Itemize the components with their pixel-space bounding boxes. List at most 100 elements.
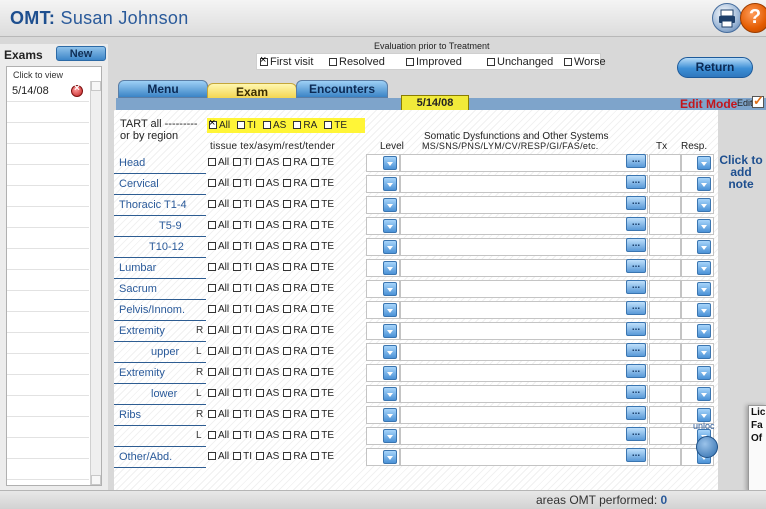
tart-checkbox[interactable] bbox=[233, 158, 242, 166]
tart-option[interactable]: AS bbox=[256, 388, 279, 399]
tart-checkbox[interactable] bbox=[311, 347, 320, 355]
dropdown-arrow-icon[interactable] bbox=[697, 345, 711, 359]
evaluation-checkbox[interactable] bbox=[406, 58, 414, 66]
level-select[interactable] bbox=[366, 175, 400, 193]
somatic-dysfunction-field[interactable] bbox=[400, 175, 648, 193]
scroll-down-arrow[interactable] bbox=[91, 475, 101, 485]
tart-checkbox[interactable] bbox=[208, 368, 216, 376]
dropdown-arrow-icon[interactable] bbox=[383, 450, 397, 464]
tart-all-checkbox[interactable] bbox=[324, 121, 333, 129]
tart-checkbox[interactable] bbox=[283, 431, 292, 439]
more-options-button[interactable]: ... bbox=[626, 217, 646, 231]
tart-checkbox[interactable] bbox=[208, 305, 216, 313]
tart-option[interactable]: TE bbox=[311, 178, 334, 189]
tart-checkbox[interactable] bbox=[233, 389, 242, 397]
resp-select[interactable] bbox=[681, 175, 714, 193]
tart-checkbox[interactable] bbox=[311, 389, 320, 397]
more-options-button[interactable]: ... bbox=[626, 364, 646, 378]
somatic-dysfunction-field[interactable] bbox=[400, 280, 648, 298]
tart-option[interactable]: RA bbox=[283, 430, 307, 441]
tart-checkbox[interactable] bbox=[256, 179, 265, 187]
tart-checkbox[interactable] bbox=[256, 200, 265, 208]
tart-checkbox[interactable] bbox=[283, 263, 292, 271]
tart-checkbox[interactable] bbox=[311, 284, 320, 292]
tart-option[interactable]: RA bbox=[283, 346, 307, 357]
tart-option[interactable]: AS bbox=[256, 325, 279, 336]
tart-option[interactable]: TI bbox=[233, 430, 252, 441]
tart-option[interactable]: TE bbox=[311, 157, 334, 168]
tart-checkbox[interactable] bbox=[256, 263, 265, 271]
tart-option[interactable]: AS bbox=[256, 283, 279, 294]
tx-field[interactable] bbox=[649, 259, 681, 277]
tart-option[interactable]: AS bbox=[256, 262, 279, 273]
delete-icon[interactable] bbox=[71, 83, 83, 97]
tart-option[interactable]: TE bbox=[311, 325, 334, 336]
evaluation-option[interactable]: Improved bbox=[406, 56, 462, 68]
tart-checkbox[interactable] bbox=[311, 200, 320, 208]
more-options-button[interactable]: ... bbox=[626, 385, 646, 399]
dropdown-arrow-icon[interactable] bbox=[697, 387, 711, 401]
tart-option[interactable]: RA bbox=[283, 304, 307, 315]
tx-field[interactable] bbox=[649, 217, 681, 235]
tart-checkbox[interactable] bbox=[208, 284, 216, 292]
tart-checkbox[interactable] bbox=[233, 284, 242, 292]
tart-option[interactable]: RA bbox=[283, 451, 307, 462]
exam-date[interactable]: 5/14/08 bbox=[12, 85, 49, 97]
tart-option[interactable]: All bbox=[208, 220, 229, 231]
dropdown-arrow-icon[interactable] bbox=[697, 240, 711, 254]
somatic-dysfunction-field[interactable] bbox=[400, 217, 648, 235]
tart-option[interactable]: All bbox=[208, 451, 229, 462]
dropdown-arrow-icon[interactable] bbox=[697, 366, 711, 380]
more-options-button[interactable]: ... bbox=[626, 175, 646, 189]
tart-option[interactable]: TI bbox=[233, 283, 252, 294]
more-options-button[interactable]: ... bbox=[626, 238, 646, 252]
dropdown-arrow-icon[interactable] bbox=[697, 261, 711, 275]
dropdown-arrow-icon[interactable] bbox=[383, 156, 397, 170]
tart-option[interactable]: AS bbox=[256, 241, 279, 252]
tart-option[interactable]: TI bbox=[233, 346, 252, 357]
tab-encounters[interactable]: Encounters bbox=[296, 80, 388, 98]
tart-option[interactable]: All bbox=[208, 241, 229, 252]
tart-option[interactable]: All bbox=[208, 367, 229, 378]
level-select[interactable] bbox=[366, 217, 400, 235]
more-options-button[interactable]: ... bbox=[626, 322, 646, 336]
tart-checkbox[interactable] bbox=[283, 200, 292, 208]
tart-option[interactable]: TI bbox=[233, 157, 252, 168]
tart-checkbox[interactable] bbox=[311, 305, 320, 313]
tart-checkbox[interactable] bbox=[311, 452, 320, 460]
tart-option[interactable]: AS bbox=[256, 451, 279, 462]
tart-checkbox[interactable] bbox=[311, 242, 320, 250]
level-select[interactable] bbox=[366, 448, 400, 466]
tart-checkbox[interactable] bbox=[256, 326, 265, 334]
exam-list-row[interactable]: 5/14/08 bbox=[7, 81, 89, 102]
tart-checkbox[interactable] bbox=[256, 305, 265, 313]
tart-option[interactable]: RA bbox=[283, 220, 307, 231]
tart-option[interactable]: AS bbox=[256, 220, 279, 231]
tart-option[interactable]: TI bbox=[233, 367, 252, 378]
tart-option[interactable]: AS bbox=[256, 367, 279, 378]
tart-checkbox[interactable] bbox=[311, 431, 320, 439]
tart-checkbox[interactable] bbox=[311, 410, 320, 418]
tx-field[interactable] bbox=[649, 196, 681, 214]
tart-option[interactable]: RA bbox=[283, 199, 307, 210]
tart-all-option[interactable]: TI bbox=[237, 120, 256, 131]
tart-checkbox[interactable] bbox=[233, 221, 242, 229]
evaluation-checkbox[interactable] bbox=[260, 54, 268, 67]
dropdown-arrow-icon[interactable] bbox=[697, 219, 711, 233]
tart-checkbox[interactable] bbox=[233, 263, 242, 271]
dropdown-arrow-icon[interactable] bbox=[697, 303, 711, 317]
dropdown-arrow-icon[interactable] bbox=[697, 282, 711, 296]
tart-option[interactable]: All bbox=[208, 388, 229, 399]
tart-checkbox[interactable] bbox=[208, 179, 216, 187]
somatic-dysfunction-field[interactable] bbox=[400, 343, 648, 361]
tart-all-checkbox[interactable] bbox=[263, 121, 272, 129]
tart-checkbox[interactable] bbox=[208, 158, 216, 166]
tart-option[interactable]: All bbox=[208, 283, 229, 294]
tx-field[interactable] bbox=[649, 175, 681, 193]
dropdown-arrow-icon[interactable] bbox=[383, 177, 397, 191]
tart-checkbox[interactable] bbox=[208, 242, 216, 250]
tx-field[interactable] bbox=[649, 343, 681, 361]
dropdown-arrow-icon[interactable] bbox=[383, 324, 397, 338]
tart-checkbox[interactable] bbox=[233, 179, 242, 187]
tart-option[interactable]: RA bbox=[283, 409, 307, 420]
